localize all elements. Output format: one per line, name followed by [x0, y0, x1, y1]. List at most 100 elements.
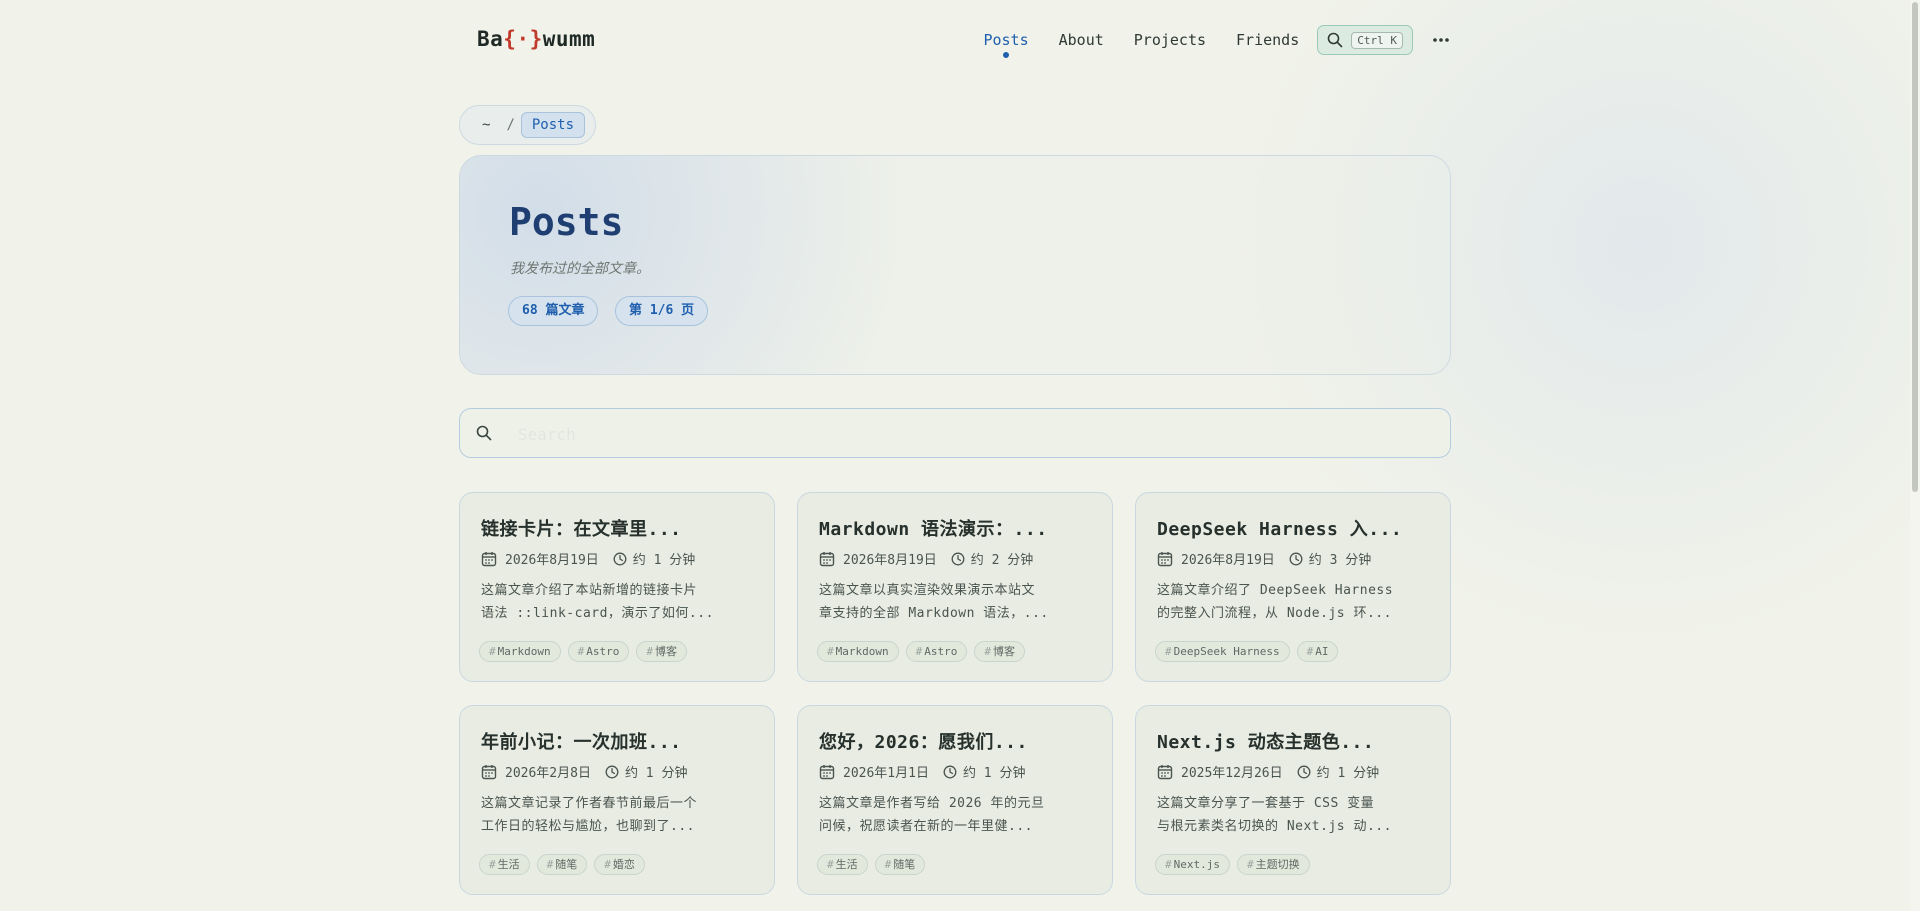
calendar-icon — [819, 764, 835, 780]
tag-chip[interactable]: # DeepSeek Harness — [1155, 641, 1290, 662]
search-input[interactable] — [516, 419, 1420, 449]
tag-chip[interactable]: # Next.js — [1155, 854, 1230, 875]
tag-chip[interactable]: # Astro — [567, 641, 630, 662]
post-card[interactable]: 链接卡片：在文章里... 2026年8月19日 约 1 分钟这篇文章介绍了本站新增的… — [459, 492, 775, 682]
tag-label: Markdown — [497, 645, 551, 658]
clock-icon — [1289, 552, 1303, 566]
post-read-time: 约 2 分钟 — [970, 553, 1034, 568]
tag-chip[interactable]: # Markdown — [817, 641, 899, 662]
breadcrumb-home[interactable]: ~ — [470, 117, 500, 133]
hash-icon: # — [1246, 858, 1254, 871]
tag-label: Markdown — [835, 645, 889, 658]
clock-icon — [951, 552, 965, 566]
post-meta: 2026年2月8日 约 1 分钟 — [481, 762, 687, 781]
post-tags: # Markdown # Astro # 博客 — [817, 641, 1025, 662]
post-count-badge: 68 篇文章 — [508, 296, 599, 326]
hash-icon: # — [1165, 645, 1172, 658]
tag-label: 博客 — [654, 645, 677, 658]
tag-chip[interactable]: # 随笔 — [536, 854, 588, 875]
tag-chip[interactable]: # 主题切换 — [1236, 854, 1310, 875]
clock-icon — [1297, 765, 1311, 779]
tag-label: Next.js — [1173, 858, 1220, 871]
post-date: 2026年8月19日 — [1181, 553, 1275, 568]
post-search-bar — [459, 408, 1451, 458]
hash-icon: # — [884, 858, 892, 871]
site-logo[interactable]: Ba{·}wumm — [477, 27, 595, 51]
logo-brace: {·} — [503, 27, 543, 51]
tag-chip[interactable]: # 博客 — [974, 641, 1025, 662]
post-title[interactable]: 年前小记：一次加班... — [481, 728, 682, 754]
post-meta: 2026年8月19日 约 3 分钟 — [1157, 549, 1371, 568]
post-summary-line: 语法 ::link-card，演示了如何... — [481, 606, 714, 621]
search-icon — [476, 425, 492, 441]
tag-label: 生活 — [497, 858, 520, 871]
calendar-icon — [1157, 764, 1173, 780]
tag-label: 主题切换 — [1255, 858, 1300, 871]
post-summary-line: 这篇文章介绍了本站新增的链接卡片 — [481, 583, 698, 598]
post-title[interactable]: Next.js 动态主题色... — [1157, 728, 1374, 754]
post-card[interactable]: DeepSeek Harness 入... 2026年8月19日 约 3 分钟这篇文… — [1135, 492, 1451, 682]
tag-chip[interactable]: # 博客 — [636, 641, 687, 662]
more-menu-button[interactable] — [1433, 37, 1449, 43]
post-title[interactable]: 您好，2026：愿我们... — [819, 728, 1028, 754]
more-horizontal-icon — [1433, 38, 1449, 42]
breadcrumb-current: Posts — [520, 112, 586, 138]
post-read-time: 约 1 分钟 — [962, 766, 1026, 781]
page-subtitle: 我发布过的全部文章。 — [510, 261, 650, 277]
calendar-icon — [819, 551, 835, 567]
post-card[interactable]: Next.js 动态主题色... 2025年12月26日 约 1 分钟这篇文章分享了… — [1135, 705, 1451, 895]
hash-icon: # — [604, 858, 611, 871]
nav-link-projects[interactable]: Projects — [1134, 31, 1206, 49]
hash-icon: # — [827, 858, 834, 871]
main-nav: Posts About Projects Friends Ctrl K — [953, 22, 1449, 58]
post-summary: 这篇文章介绍了本站新增的链接卡片语法 ::link-card，演示了如何... — [481, 579, 757, 625]
post-title[interactable]: 链接卡片：在文章里... — [481, 515, 682, 541]
post-tags: # Next.js # 主题切换 — [1155, 854, 1310, 875]
search-button[interactable]: Ctrl K — [1317, 25, 1413, 55]
tag-chip[interactable]: # 生活 — [817, 854, 868, 875]
tag-chip[interactable]: # Markdown — [479, 641, 561, 662]
scrollbar-thumb[interactable] — [1912, 2, 1918, 492]
post-tags: # DeepSeek Harness # AI — [1155, 641, 1339, 662]
tag-chip[interactable]: # 随笔 — [874, 854, 926, 875]
logo-prefix: Ba — [477, 27, 504, 51]
logo-suffix: wumm — [542, 27, 596, 51]
calendar-icon — [481, 764, 497, 780]
tag-chip[interactable]: # 生活 — [479, 854, 530, 875]
post-title[interactable]: Markdown 语法演示：... — [819, 515, 1048, 541]
hash-icon: # — [915, 645, 923, 658]
breadcrumb-separator: / — [506, 117, 515, 133]
nav-link-friends[interactable]: Friends — [1236, 31, 1299, 49]
nav-link-about[interactable]: About — [1059, 31, 1104, 49]
tag-label: 随笔 — [893, 858, 916, 871]
post-card[interactable]: Markdown 语法演示：... 2026年8月19日 约 2 分钟 这篇文章以真实… — [797, 492, 1113, 682]
search-shortcut-hint: Ctrl K — [1351, 31, 1403, 49]
nav-link-posts[interactable]: Posts — [983, 31, 1029, 58]
breadcrumb: ~ / Posts — [459, 105, 597, 145]
clock-icon — [613, 552, 627, 566]
post-read-time: 约 1 分钟 — [1316, 766, 1380, 781]
post-summary-line: 这篇文章介绍了 DeepSeek Harness — [1157, 583, 1394, 598]
tag-chip[interactable]: # AI — [1296, 641, 1339, 662]
hash-icon: # — [1165, 858, 1172, 871]
clock-icon — [605, 765, 619, 779]
scrollbar[interactable] — [1910, 0, 1920, 911]
post-summary-line: 与根元素类名切换的 Next.js 动... — [1157, 819, 1392, 834]
post-meta: 2026年8月19日 约 1 分钟 — [481, 549, 695, 568]
hash-icon: # — [827, 645, 834, 658]
hash-icon: # — [489, 645, 496, 658]
tag-label: AI — [1315, 645, 1329, 658]
page-title: Posts — [509, 200, 624, 244]
calendar-icon — [481, 551, 497, 567]
post-title[interactable]: DeepSeek Harness 入... — [1157, 515, 1402, 541]
post-card[interactable]: 您好，2026：愿我们... 2026年1月1日 约 1 分钟这篇文章是作者写给 2… — [797, 705, 1113, 895]
search-icon — [1327, 32, 1343, 48]
post-card[interactable]: 年前小记：一次加班... 2026年2月8日 约 1 分钟 这篇文章记录了作者春节前最… — [459, 705, 775, 895]
tag-chip[interactable]: # 婚恋 — [594, 854, 645, 875]
hash-icon: # — [984, 645, 991, 658]
post-meta: 2025年12月26日 约 1 分钟 — [1157, 762, 1379, 781]
post-meta: 2026年1月1日 约 1 分钟 — [819, 762, 1025, 781]
post-summary: 这篇文章是作者写给 2026 年的元旦 问候，祝愿读者在新的一年里健... — [819, 792, 1095, 838]
post-summary-line: 这篇文章分享了一套基于 CSS 变量 — [1157, 796, 1375, 811]
tag-chip[interactable]: # Astro — [905, 641, 968, 662]
